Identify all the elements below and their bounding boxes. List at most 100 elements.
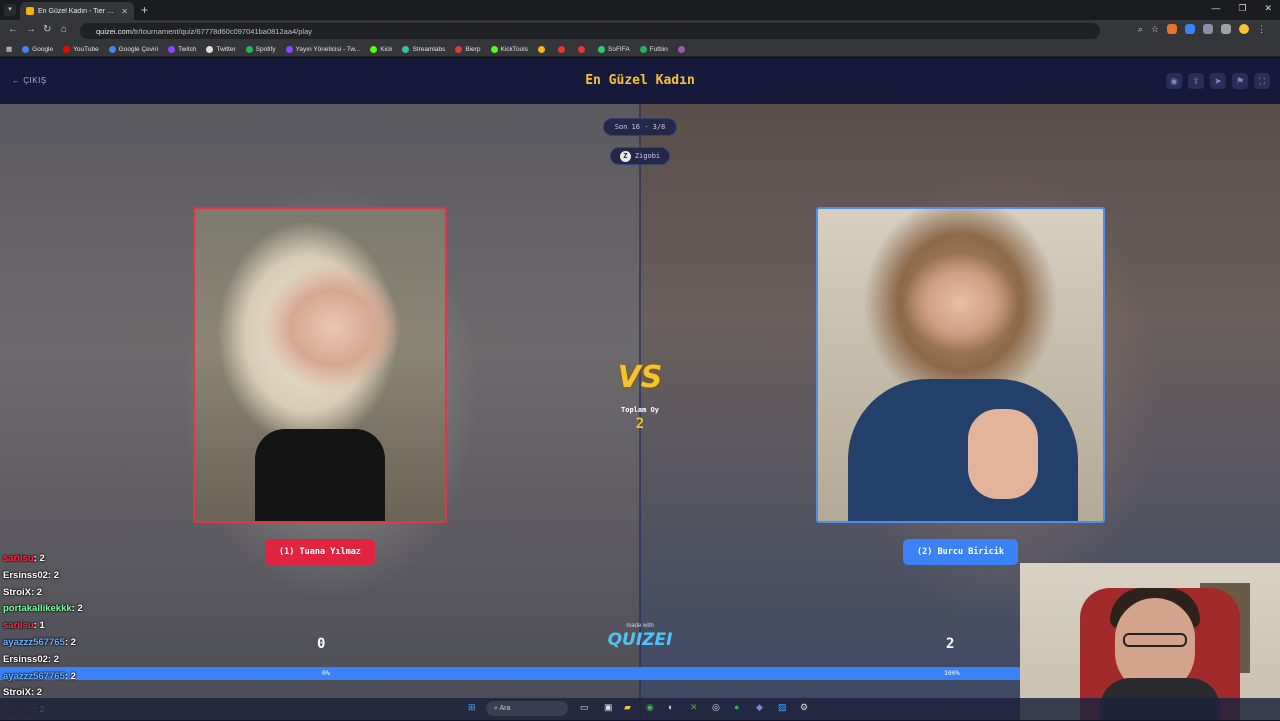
bookmark-item[interactable]: Kick	[370, 45, 393, 53]
chat-username: StroiX	[3, 586, 31, 598]
bookmark-label: Yayın Yöneticisi - Tw...	[295, 45, 361, 53]
share-icon[interactable]: ⇪	[1188, 73, 1204, 89]
chat-vote: : 1	[33, 620, 45, 632]
round-badge: Son 16 - 3/8	[603, 118, 677, 136]
bookmark-item[interactable]: Futbin	[639, 45, 668, 53]
tab-title: En Güzel Kadın - Tier List, Kör S	[38, 7, 117, 15]
send-icon[interactable]: ➤	[1210, 73, 1226, 89]
bookmark-item[interactable]	[558, 45, 568, 53]
apps-grid-icon[interactable]: ▦	[6, 45, 12, 53]
right-contestant-name-button[interactable]: (2) Burcu Biricik	[903, 539, 1018, 565]
widgets-icon[interactable]: ▭	[580, 702, 589, 713]
bookmarks-bar: ▦ Google YouTube Google Çeviri Twitch Twitte…	[0, 42, 1280, 57]
minimize-icon[interactable]: —	[1211, 3, 1220, 14]
bookmark-item[interactable]: Twitch	[168, 45, 197, 53]
fullscreen-icon[interactable]: ⛶	[1254, 73, 1270, 89]
bookmark-favicon-icon	[108, 45, 116, 53]
bookmark-item[interactable]: SoFIFA	[598, 45, 630, 53]
left-contestant-card[interactable]	[193, 207, 447, 523]
photos-icon[interactable]: ▨	[778, 702, 787, 713]
bookmark-item[interactable]: Streamlabs	[402, 45, 446, 53]
bookmark-favicon-icon	[168, 45, 176, 53]
reload-icon[interactable]: ↻	[43, 24, 51, 35]
webcam-overlay	[1020, 563, 1280, 720]
menu-icon[interactable]: ⋮	[1257, 24, 1266, 35]
profile-avatar[interactable]	[1239, 24, 1249, 34]
bookmark-item[interactable]: Google Çeviri	[108, 45, 158, 53]
right-contestant-photo	[818, 209, 1103, 521]
new-tab-icon[interactable]: +	[141, 3, 148, 17]
bookmark-favicon-icon	[206, 45, 214, 53]
chrome-icon[interactable]: ◉	[646, 702, 654, 713]
settings-gear-icon[interactable]: ⚙	[800, 702, 808, 713]
extensions-area: ⌕ ☆ ⋮	[1138, 24, 1266, 35]
extension-icon[interactable]	[1185, 24, 1195, 34]
quiz-header: ← ÇIKIŞ En Güzel Kadın ◉ ⇪ ➤ ⚑ ⛶	[0, 58, 1280, 104]
flag-icon[interactable]: ⚑	[1232, 73, 1248, 89]
forward-icon[interactable]: →	[26, 24, 36, 35]
browser-tab[interactable]: En Güzel Kadın - Tier List, Kör S ✕	[20, 2, 134, 20]
left-contestant-photo	[195, 209, 445, 521]
home-icon[interactable]: ⌂	[61, 24, 67, 35]
zoom-icon[interactable]: ⌕	[1138, 24, 1143, 35]
bookmark-item[interactable]: YouTube	[63, 45, 99, 53]
window-controls: — ❐ ✕	[1211, 3, 1272, 14]
bookmark-item[interactable]: KickTools	[490, 45, 528, 53]
close-tab-icon[interactable]: ✕	[121, 7, 128, 16]
chat-line: portakallikekkk: 2	[3, 603, 203, 620]
chat-line: StroiX: 2	[3, 587, 203, 604]
discord-icon[interactable]: ◆	[756, 702, 763, 713]
bookmark-label: Twitter	[216, 45, 236, 53]
bookmark-item[interactable]	[578, 45, 588, 53]
extension-icon[interactable]	[1167, 24, 1177, 34]
page-title: En Güzel Kadın	[585, 73, 695, 88]
creator-badge[interactable]: Z Zigobi	[610, 147, 670, 165]
extensions-puzzle-icon[interactable]	[1221, 24, 1231, 34]
bookmark-favicon-icon	[578, 45, 585, 53]
bookmark-label: Streamlabs	[412, 45, 446, 53]
left-contestant-name-button[interactable]: (1) Tuana Yılmaz	[265, 539, 375, 565]
spotify-icon[interactable]: ●	[734, 702, 739, 712]
right-percent-label: 100%	[944, 669, 960, 677]
bookmark-label: SoFIFA	[608, 45, 630, 53]
address-toolbar: ← → ↻ ⌂ quizei.com/tr/tournament/quiz/67…	[0, 20, 1280, 42]
xbox-icon[interactable]: ✕	[690, 702, 698, 713]
task-view-icon[interactable]: ▣	[604, 702, 613, 713]
chat-vote: : 2	[47, 569, 59, 581]
right-contestant-card[interactable]	[816, 207, 1105, 523]
chat-line: sarılsu: 1	[3, 620, 203, 637]
url-path: /tr/tournament/quiz/67778d60c097041ba081…	[131, 26, 313, 36]
bookmark-favicon-icon	[598, 45, 605, 53]
file-explorer-icon[interactable]: ▰	[624, 702, 631, 713]
vs-icon: VS	[617, 360, 663, 395]
bookmark-item[interactable]	[538, 45, 548, 53]
start-icon[interactable]: ⊞	[468, 702, 476, 713]
bookmark-item[interactable]: Yayın Yöneticisi - Tw...	[285, 45, 361, 53]
bookmark-item[interactable]: Spotify	[245, 45, 276, 53]
taskbar-search[interactable]: ⌕ Ara	[486, 701, 568, 716]
back-icon[interactable]: ←	[8, 24, 18, 35]
windows-taskbar: ⊞ ⌕ Ara ▭ ▣ ▰ ◉ ◐ ✕ ◎ ● ◆ ▨ ⚙	[0, 698, 1280, 720]
bookmark-item[interactable]	[677, 45, 688, 53]
address-bar[interactable]: quizei.com/tr/tournament/quiz/67778d60c0…	[80, 23, 1100, 39]
bookmark-label: Twitch	[178, 45, 197, 53]
bookmark-label: Kick	[380, 45, 393, 53]
bookmark-item[interactable]: Bierp	[455, 45, 481, 53]
steam-icon[interactable]: ◐	[668, 702, 673, 712]
eye-icon[interactable]: ◉	[1166, 73, 1182, 89]
maximize-icon[interactable]: ❐	[1238, 3, 1246, 14]
bookmark-item[interactable]: Twitter	[206, 45, 236, 53]
made-with-label: made with	[626, 623, 654, 629]
bookmark-favicon-icon	[677, 45, 685, 53]
right-score: 2	[946, 636, 955, 652]
close-window-icon[interactable]: ✕	[1264, 3, 1272, 14]
bookmark-label: Bierp	[465, 45, 481, 53]
bookmark-star-icon[interactable]: ☆	[1151, 24, 1159, 35]
quizei-logo[interactable]: QUIZEI	[600, 630, 680, 650]
tab-search-button[interactable]: ▾	[4, 4, 16, 16]
extension-icon[interactable]	[1203, 24, 1213, 34]
app-icon[interactable]: ◎	[712, 702, 720, 713]
bookmark-favicon-icon	[455, 45, 463, 53]
bookmark-item[interactable]: Google	[22, 45, 53, 53]
bookmark-favicon-icon	[538, 45, 545, 53]
